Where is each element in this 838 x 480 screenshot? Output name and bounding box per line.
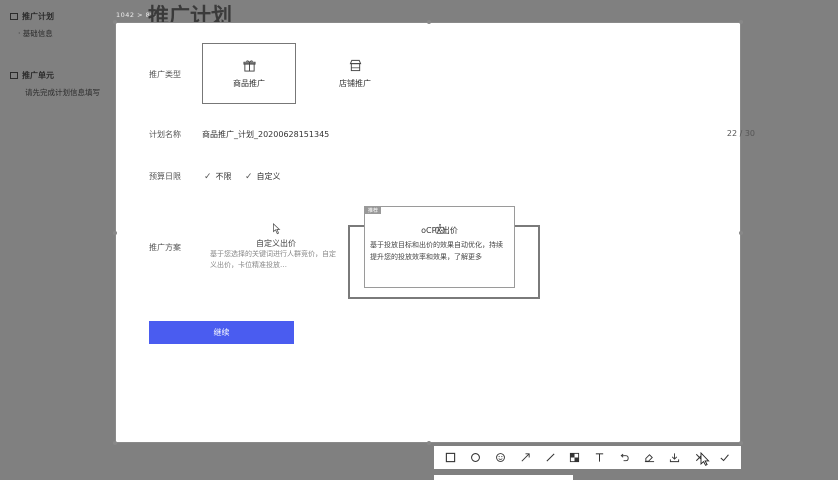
method-option-custom-bid-desc: 基于您选择的关键词进行人群竞价，自定义出价，卡位精准投放… — [210, 250, 336, 269]
sidebar-section-unit-title: 推广单元 — [22, 71, 54, 80]
sidebar-section-plan[interactable]: 推广计划 — [10, 11, 54, 22]
line-icon — [546, 453, 555, 462]
method-option-custom-bid[interactable]: 自定义出价 基于您选择的关键词进行人群竞价，自定义出价，卡位精准投放… — [210, 223, 342, 271]
pin-icon — [645, 454, 655, 463]
sidebar-item-unit-hint: 请先完成计划信息填写 — [25, 88, 100, 97]
budget-option-unlimited[interactable]: ✓ 不限 — [204, 171, 232, 182]
tool-undo[interactable] — [618, 451, 632, 465]
tool-rectangle[interactable] — [443, 451, 457, 465]
budget-option-custom[interactable]: ✓ 自定义 — [245, 171, 281, 182]
ellipse-icon — [470, 453, 480, 462]
budget-option-custom-label: 自定义 — [256, 172, 281, 181]
rect-icon — [445, 452, 456, 463]
tool-confirm[interactable] — [717, 451, 731, 465]
tool-ellipse[interactable] — [468, 451, 482, 465]
type-option-product[interactable]: 商品推广 — [202, 43, 296, 104]
recommend-badge: 推荐 — [365, 207, 382, 214]
document-icon — [10, 72, 18, 79]
confirm-icon — [720, 454, 729, 462]
undo-icon — [620, 453, 629, 462]
type-option-product-label: 商品推广 — [233, 78, 265, 88]
sidebar-item-basic-info-label: 基础信息 — [22, 29, 53, 38]
resize-handle-top-right[interactable] — [739, 20, 743, 24]
shop-icon — [349, 59, 361, 71]
budget-label: 预算日限 — [149, 172, 181, 181]
check-icon: ✓ — [245, 171, 253, 182]
type-option-shop-label: 店铺推广 — [339, 78, 371, 88]
type-option-shop[interactable]: 店铺推广 — [308, 43, 402, 104]
sidebar-section-unit[interactable]: 推广单元 — [10, 70, 54, 81]
gift-icon — [242, 59, 256, 72]
check-icon: ✓ — [204, 171, 212, 182]
tool-emoji[interactable] — [493, 451, 507, 465]
resize-handle-bottom-left[interactable] — [113, 441, 117, 445]
text-icon — [596, 453, 604, 462]
tool-line[interactable] — [543, 451, 557, 465]
mouse-cursor-icon — [700, 452, 710, 466]
resize-handle-bottom-right[interactable] — [739, 441, 743, 445]
sidebar-section-plan-title: 推广计划 — [22, 12, 54, 21]
screenshot-toolbar — [434, 446, 741, 469]
resize-handle-left[interactable] — [113, 231, 117, 235]
resize-handle-bottom[interactable] — [427, 441, 431, 445]
budget-option-unlimited-label: 不限 — [215, 172, 232, 181]
tool-text[interactable] — [593, 451, 607, 465]
pointer-icon — [273, 223, 281, 235]
arrow-icon — [521, 453, 530, 462]
sidebar-item-basic-info[interactable]: · 基础信息 — [18, 28, 53, 39]
resize-handle-top[interactable] — [427, 20, 431, 24]
background-sidebar: 推广计划 · 基础信息 推广单元 请先完成计划信息填写 — [0, 0, 115, 480]
plan-name-label: 计划名称 — [149, 130, 181, 139]
tool-download[interactable] — [668, 451, 682, 465]
method-option-ocpx-desc: 基于投放目标和出价的效果自动优化，持续提升您的投放效率和效果，了解更多 — [370, 241, 503, 261]
method-option-ocpx[interactable]: 推荐 oCPX出价 基于投放目标和出价的效果自动优化，持续提升您的投放效率和效果… — [364, 206, 515, 288]
tool-arrow[interactable] — [518, 451, 532, 465]
method-option-custom-bid-title: 自定义出价 — [256, 239, 296, 248]
emoji-icon — [495, 453, 505, 462]
capture-region[interactable]: 推广类型 商品推广 店铺推广 计划名称 商品推广_计划_202006281513… — [113, 20, 755, 445]
plan-name-input[interactable]: 商品推广_计划_20200628151345 — [202, 129, 329, 140]
mosaic-icon — [570, 452, 580, 463]
plan-name-counter: 22 / 30 — [726, 129, 755, 138]
download-icon — [670, 453, 680, 463]
promotion-method-label: 推广方案 — [149, 243, 181, 252]
robot-icon — [435, 223, 445, 234]
promotion-type-label: 推广类型 — [149, 70, 181, 79]
toolbar-strip — [434, 475, 573, 480]
resize-handle-right[interactable] — [739, 231, 743, 235]
tool-pin[interactable] — [643, 451, 657, 465]
document-icon — [10, 13, 18, 20]
resize-handle-top-left[interactable] — [113, 20, 117, 24]
tool-mosaic[interactable] — [568, 451, 582, 465]
continue-button[interactable]: 继续 — [149, 321, 294, 344]
